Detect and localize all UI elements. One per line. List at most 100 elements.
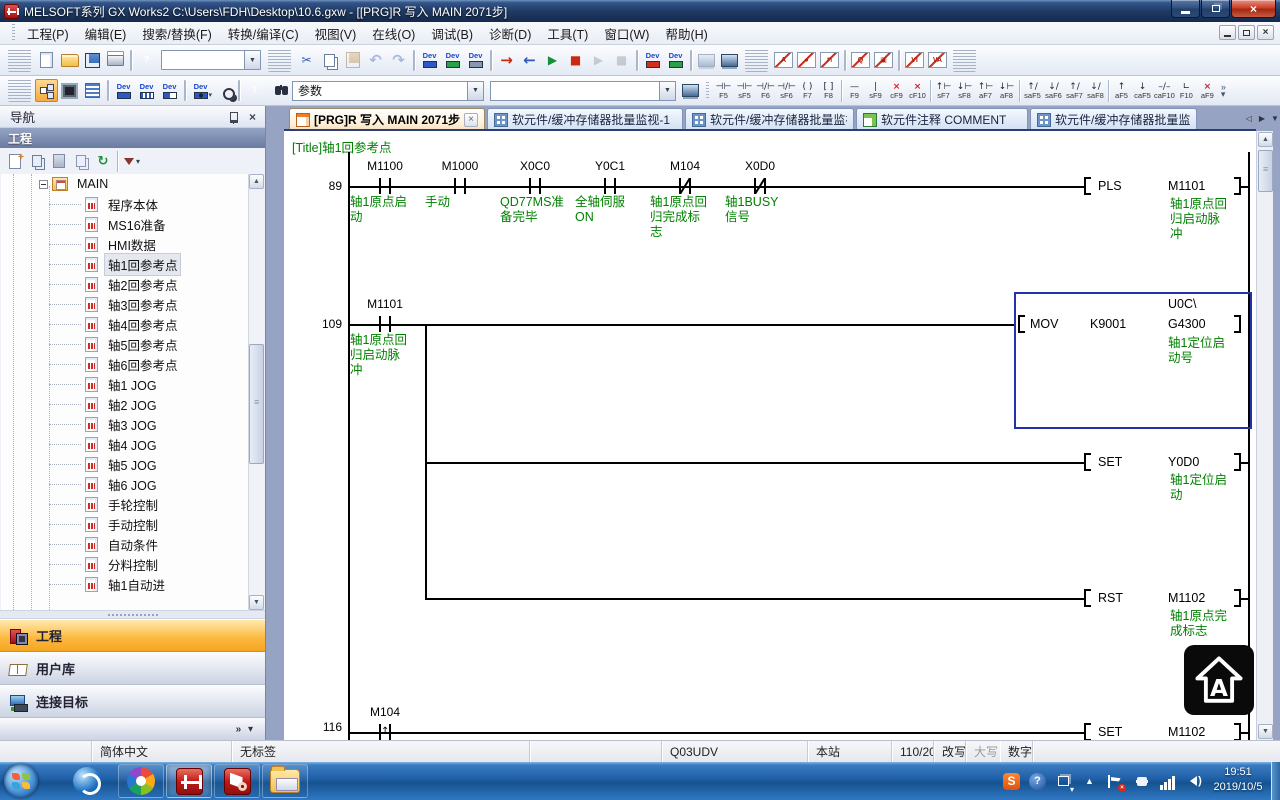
device-batch-write-button[interactable]: Dev — [641, 49, 664, 72]
panel-splitter[interactable] — [0, 610, 265, 619]
ladder-symbol-button[interactable]: ×cF10 — [907, 78, 928, 104]
tree-item[interactable]: 轴4回参考点 — [1, 314, 249, 334]
menu-item[interactable]: 工程(P) — [19, 21, 77, 46]
contact-no[interactable] — [529, 178, 541, 194]
tree-item[interactable]: 轴2回参考点 — [1, 274, 249, 294]
taskbar-icon-pinwheel-browser[interactable] — [118, 764, 164, 798]
taskbar-icon-browser[interactable] — [64, 764, 110, 798]
mdi-minimize-button[interactable] — [1219, 25, 1236, 40]
device-comment-display-button[interactable]: Dev — [112, 79, 135, 102]
ladder-symbol-button[interactable]: ( )F7 — [797, 78, 818, 104]
tab-close-button[interactable] — [464, 113, 478, 127]
paste-button[interactable] — [341, 49, 364, 72]
tab-scroll-left-icon[interactable]: ◁ — [1243, 110, 1255, 126]
device-batch-read-button[interactable]: Dev — [664, 49, 687, 72]
collapse-icon[interactable] — [39, 180, 48, 189]
tree-item[interactable]: 自动条件 — [1, 534, 249, 554]
contact-nc[interactable] — [754, 178, 766, 194]
ladder-symbol-button[interactable]: ⊣⊢F5 — [713, 78, 734, 104]
write-to-plc-button[interactable]: → — [495, 49, 518, 72]
device-display-button[interactable]: Dev — [189, 79, 212, 102]
tree-item[interactable]: 轴3 JOG — [1, 414, 249, 434]
taskbar-icon-gx-works2[interactable] — [166, 764, 212, 798]
document-tab[interactable]: 软元件/缓冲存储器批量监视-1 — [487, 108, 683, 130]
ladder-symbol-button[interactable]: ↑/saF7 — [1064, 78, 1085, 104]
new-file-button[interactable] — [35, 49, 58, 72]
program-list-button[interactable] — [81, 79, 104, 102]
tree-item[interactable]: 轴4 JOG — [1, 434, 249, 454]
note-display-button[interactable]: Dev — [158, 79, 181, 102]
statement-display-button[interactable]: Dev — [135, 79, 158, 102]
trace-setting-button[interactable]: A — [772, 49, 795, 72]
ladder-symbol-button[interactable]: ↓/saF6 — [1043, 78, 1064, 104]
tree-item[interactable]: 轴3回参考点 — [1, 294, 249, 314]
monitor-search-button[interactable]: Q — [849, 49, 872, 72]
scroll-thumb[interactable] — [1258, 150, 1273, 192]
find-device-button[interactable] — [212, 79, 235, 102]
ladder-symbol-button[interactable]: ↓⊢aF8 — [996, 78, 1017, 104]
taskbar-clock[interactable]: 19:51 2019/10/5 — [1206, 765, 1270, 795]
ladder-symbol-button[interactable]: ⊣/⊢F6 — [755, 78, 776, 104]
tree-item[interactable]: 轴1回参考点 — [1, 254, 249, 274]
instruction-operand[interactable]: M1101 — [1168, 179, 1205, 193]
document-tab[interactable]: 软元件注释 COMMENT — [856, 108, 1028, 130]
menu-item[interactable]: 在线(O) — [364, 21, 423, 46]
ladder-symbol-button[interactable]: ↓/saF8 — [1085, 78, 1106, 104]
tree-item[interactable]: 轴6回参考点 — [1, 354, 249, 374]
instruction-operand[interactable]: Y0D0 — [1168, 455, 1199, 469]
ladder-symbol-button[interactable]: ×aF9 — [1197, 78, 1218, 104]
ladder-symbol-button[interactable]: ↑⊢sF7 — [933, 78, 954, 104]
data-find-combo[interactable]: 参数 — [292, 81, 484, 101]
hidden-icons-arrow[interactable] — [1081, 773, 1098, 790]
scroll-thumb[interactable] — [249, 344, 264, 464]
document-tab[interactable]: [PRG]R 写入 MAIN 2071步 — [289, 108, 485, 130]
menu-item[interactable]: 诊断(D) — [481, 21, 539, 46]
open-file-button[interactable] — [58, 49, 81, 72]
refresh-icon[interactable]: ↻ — [92, 151, 114, 172]
nav-view-button[interactable]: 连接目标 — [0, 685, 265, 718]
ladder-symbol-button[interactable]: —F9 — [844, 78, 865, 104]
volume-icon[interactable] — [1185, 773, 1202, 790]
mdi-restore-button[interactable] — [1238, 25, 1255, 40]
start-button[interactable] — [4, 764, 38, 798]
module-configuration-button[interactable] — [58, 79, 81, 102]
read-from-plc-button[interactable]: ← — [518, 49, 541, 72]
taskbar-icon-explorer[interactable] — [262, 764, 308, 798]
copy-data-icon[interactable] — [26, 151, 48, 172]
trace-point-button[interactable]: ● — [795, 49, 818, 72]
ladder-symbol-button[interactable]: ×cF9 — [886, 78, 907, 104]
verify-button[interactable] — [695, 49, 718, 72]
copy-with-info-icon[interactable] — [70, 151, 92, 172]
nav-more-button[interactable] — [0, 718, 265, 740]
toolbar-overflow-button[interactable]: »▾ — [1221, 84, 1226, 98]
tree-item[interactable]: HMI数据 — [1, 234, 249, 254]
monitor-pause-button[interactable]: ▶ — [587, 49, 610, 72]
help-tray-icon[interactable]: ? — [1029, 773, 1046, 790]
close-button[interactable]: × — [1231, 0, 1276, 18]
panel-close-icon[interactable] — [245, 110, 260, 124]
document-tab[interactable]: 软元件/缓冲存储器批量监 — [1030, 108, 1197, 130]
save-button[interactable] — [81, 49, 104, 72]
help-button[interactable]: ? — [135, 49, 158, 72]
menu-item[interactable]: 调试(B) — [423, 21, 481, 46]
ladder-symbol-button[interactable]: ↑/saF5 — [1022, 78, 1043, 104]
print-button[interactable] — [104, 49, 127, 72]
tab-scroll-right-icon[interactable]: ▶ — [1256, 110, 1268, 126]
ladder-symbol-button[interactable]: [ ]F8 — [818, 78, 839, 104]
ladder-symbol-button[interactable]: ⊣/⊢sF6 — [776, 78, 797, 104]
signal-bars-icon[interactable] — [1159, 773, 1176, 790]
tree-item[interactable]: 手轮控制 — [1, 494, 249, 514]
contact-no[interactable] — [379, 316, 391, 332]
project-search-combo[interactable] — [161, 50, 261, 70]
find-button[interactable] — [266, 79, 289, 102]
device-test-button[interactable]: Dev — [464, 49, 487, 72]
instruction-mnemonic[interactable]: MOV — [1030, 317, 1058, 331]
scroll-down-icon[interactable]: ▼ — [1258, 724, 1273, 739]
action-center-icon[interactable]: × — [1107, 773, 1124, 790]
monitor-window-button[interactable] — [679, 79, 702, 102]
tree-item[interactable]: 手动控制 — [1, 514, 249, 534]
menu-item[interactable]: 编辑(E) — [77, 21, 135, 46]
menu-item[interactable]: 搜索/替换(F) — [134, 21, 219, 46]
new-data-icon[interactable] — [4, 151, 26, 172]
menu-item[interactable]: 帮助(H) — [657, 21, 715, 46]
